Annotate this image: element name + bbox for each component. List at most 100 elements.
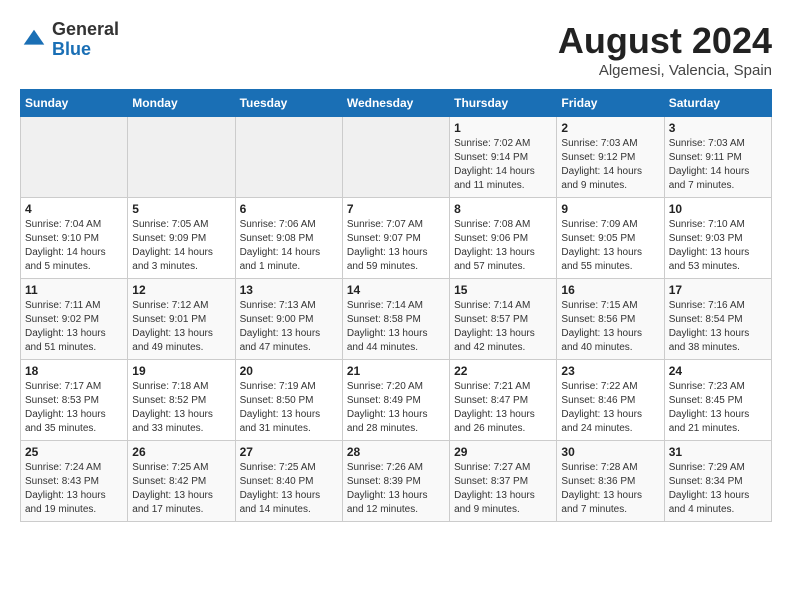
day-detail: Sunrise: 7:28 AMSunset: 8:36 PMDaylight:… — [561, 461, 659, 517]
day-number: 30 — [561, 445, 659, 459]
day-detail: Sunrise: 7:06 AMSunset: 9:08 PMDaylight:… — [240, 218, 338, 274]
weekday-header-row: Sunday Monday Tuesday Wednesday Thursday… — [21, 90, 772, 117]
day-detail: Sunrise: 7:24 AMSunset: 8:43 PMDaylight:… — [25, 461, 123, 517]
header-thursday: Thursday — [450, 90, 557, 117]
table-row: 1 Sunrise: 7:02 AMSunset: 9:14 PMDaylight… — [450, 117, 557, 198]
table-row: 16 Sunrise: 7:15 AMSunset: 8:56 PMDayligh… — [557, 279, 664, 360]
table-row: 5 Sunrise: 7:05 AMSunset: 9:09 PMDaylight… — [128, 198, 235, 279]
day-detail: Sunrise: 7:03 AMSunset: 9:12 PMDaylight:… — [561, 137, 659, 193]
header-saturday: Saturday — [664, 90, 771, 117]
table-row: 6 Sunrise: 7:06 AMSunset: 9:08 PMDaylight… — [235, 198, 342, 279]
calendar-week-4: 18 Sunrise: 7:17 AMSunset: 8:53 PMDayligh… — [21, 360, 772, 441]
table-row: 2Sunrise: 7:03 AMSunset: 9:12 PMDaylight… — [557, 117, 664, 198]
day-number: 26 — [132, 445, 230, 459]
day-detail: Sunrise: 7:05 AMSunset: 9:09 PMDaylight:… — [132, 218, 230, 274]
table-row: 7 Sunrise: 7:07 AMSunset: 9:07 PMDaylight… — [342, 198, 449, 279]
day-number: 12 — [132, 283, 230, 297]
logo-general-text: General — [52, 20, 119, 40]
calendar-week-1: 1 Sunrise: 7:02 AMSunset: 9:14 PMDaylight… — [21, 117, 772, 198]
day-detail: Sunrise: 7:12 AMSunset: 9:01 PMDaylight:… — [132, 299, 230, 355]
table-row — [128, 117, 235, 198]
day-number: 21 — [347, 364, 445, 378]
day-detail: Sunrise: 7:14 AMSunset: 8:57 PMDaylight:… — [454, 299, 552, 355]
logo-icon — [20, 26, 48, 54]
day-number: 13 — [240, 283, 338, 297]
day-detail: Sunrise: 7:21 AMSunset: 8:47 PMDaylight:… — [454, 380, 552, 436]
table-row: 20Sunrise: 7:19 AMSunset: 8:50 PMDayligh… — [235, 360, 342, 441]
day-number: 23 — [561, 364, 659, 378]
header-friday: Friday — [557, 90, 664, 117]
table-row: 9 Sunrise: 7:09 AMSunset: 9:05 PMDaylight… — [557, 198, 664, 279]
day-number: 9 — [561, 202, 659, 216]
day-number: 10 — [669, 202, 767, 216]
day-detail: Sunrise: 7:19 AMSunset: 8:50 PMDaylight:… — [240, 380, 338, 436]
day-detail: Sunrise: 7:20 AMSunset: 8:49 PMDaylight:… — [347, 380, 445, 436]
header-wednesday: Wednesday — [342, 90, 449, 117]
day-detail: Sunrise: 7:10 AMSunset: 9:03 PMDaylight:… — [669, 218, 767, 274]
table-row: 28Sunrise: 7:26 AMSunset: 8:39 PMDayligh… — [342, 441, 449, 522]
table-row — [21, 117, 128, 198]
table-row: 26 Sunrise: 7:25 AMSunset: 8:42 PMDayligh… — [128, 441, 235, 522]
calendar-week-2: 4Sunrise: 7:04 AMSunset: 9:10 PMDaylight… — [21, 198, 772, 279]
header-sunday: Sunday — [21, 90, 128, 117]
day-detail: Sunrise: 7:02 AMSunset: 9:14 PMDaylight:… — [454, 137, 552, 193]
day-number: 22 — [454, 364, 552, 378]
day-detail: Sunrise: 7:27 AMSunset: 8:37 PMDaylight:… — [454, 461, 552, 517]
table-row: 21 Sunrise: 7:20 AMSunset: 8:49 PMDayligh… — [342, 360, 449, 441]
day-number: 17 — [669, 283, 767, 297]
day-number: 4 — [25, 202, 123, 216]
day-number: 16 — [561, 283, 659, 297]
day-detail: Sunrise: 7:23 AMSunset: 8:45 PMDaylight:… — [669, 380, 767, 436]
table-row: 30 Sunrise: 7:28 AMSunset: 8:36 PMDayligh… — [557, 441, 664, 522]
table-row: 23 Sunrise: 7:22 AMSunset: 8:46 PMDayligh… — [557, 360, 664, 441]
day-detail: Sunrise: 7:29 AMSunset: 8:34 PMDaylight:… — [669, 461, 767, 517]
table-row: 15 Sunrise: 7:14 AMSunset: 8:57 PMDayligh… — [450, 279, 557, 360]
day-detail: Sunrise: 7:26 AMSunset: 8:39 PMDaylight:… — [347, 461, 445, 517]
table-row: 29Sunrise: 7:27 AMSunset: 8:37 PMDayligh… — [450, 441, 557, 522]
logo: General Blue — [20, 20, 119, 60]
table-row: 13 Sunrise: 7:13 AMSunset: 9:00 PMDayligh… — [235, 279, 342, 360]
day-detail: Sunrise: 7:22 AMSunset: 8:46 PMDaylight:… — [561, 380, 659, 436]
table-row — [235, 117, 342, 198]
table-row: 18 Sunrise: 7:17 AMSunset: 8:53 PMDayligh… — [21, 360, 128, 441]
day-number: 19 — [132, 364, 230, 378]
day-detail: Sunrise: 7:14 AMSunset: 8:58 PMDaylight:… — [347, 299, 445, 355]
day-number: 15 — [454, 283, 552, 297]
table-row: 10 Sunrise: 7:10 AMSunset: 9:03 PMDayligh… — [664, 198, 771, 279]
day-detail: Sunrise: 7:25 AMSunset: 8:42 PMDaylight:… — [132, 461, 230, 517]
table-row: 14Sunrise: 7:14 AMSunset: 8:58 PMDayligh… — [342, 279, 449, 360]
day-number: 1 — [454, 121, 552, 135]
title-section: August 2024 Algemesi, Valencia, Spain — [558, 20, 772, 79]
calendar-week-3: 11Sunrise: 7:11 AMSunset: 9:02 PMDayligh… — [21, 279, 772, 360]
day-number: 27 — [240, 445, 338, 459]
table-row: 11Sunrise: 7:11 AMSunset: 9:02 PMDayligh… — [21, 279, 128, 360]
main-title: August 2024 — [558, 20, 772, 62]
table-row: 22 Sunrise: 7:21 AMSunset: 8:47 PMDayligh… — [450, 360, 557, 441]
table-row: 12 Sunrise: 7:12 AMSunset: 9:01 PMDayligh… — [128, 279, 235, 360]
header-tuesday: Tuesday — [235, 90, 342, 117]
table-row: 8Sunrise: 7:08 AMSunset: 9:06 PMDaylight… — [450, 198, 557, 279]
day-number: 7 — [347, 202, 445, 216]
day-number: 31 — [669, 445, 767, 459]
table-row: 19Sunrise: 7:18 AMSunset: 8:52 PMDayligh… — [128, 360, 235, 441]
day-detail: Sunrise: 7:15 AMSunset: 8:56 PMDaylight:… — [561, 299, 659, 355]
day-detail: Sunrise: 7:17 AMSunset: 8:53 PMDaylight:… — [25, 380, 123, 436]
header: General Blue August 2024 Algemesi, Valen… — [20, 20, 772, 79]
table-row: 31 Sunrise: 7:29 AMSunset: 8:34 PMDayligh… — [664, 441, 771, 522]
day-detail: Sunrise: 7:08 AMSunset: 9:06 PMDaylight:… — [454, 218, 552, 274]
day-number: 3 — [669, 121, 767, 135]
day-number: 18 — [25, 364, 123, 378]
day-number: 5 — [132, 202, 230, 216]
table-row: 24Sunrise: 7:23 AMSunset: 8:45 PMDayligh… — [664, 360, 771, 441]
day-detail: Sunrise: 7:09 AMSunset: 9:05 PMDaylight:… — [561, 218, 659, 274]
day-detail: Sunrise: 7:07 AMSunset: 9:07 PMDaylight:… — [347, 218, 445, 274]
subtitle: Algemesi, Valencia, Spain — [558, 62, 772, 79]
day-detail: Sunrise: 7:13 AMSunset: 9:00 PMDaylight:… — [240, 299, 338, 355]
day-detail: Sunrise: 7:25 AMSunset: 8:40 PMDaylight:… — [240, 461, 338, 517]
day-number: 25 — [25, 445, 123, 459]
logo-text: General Blue — [52, 20, 119, 60]
table-row: 27 Sunrise: 7:25 AMSunset: 8:40 PMDayligh… — [235, 441, 342, 522]
day-number: 11 — [25, 283, 123, 297]
day-number: 6 — [240, 202, 338, 216]
table-row — [342, 117, 449, 198]
